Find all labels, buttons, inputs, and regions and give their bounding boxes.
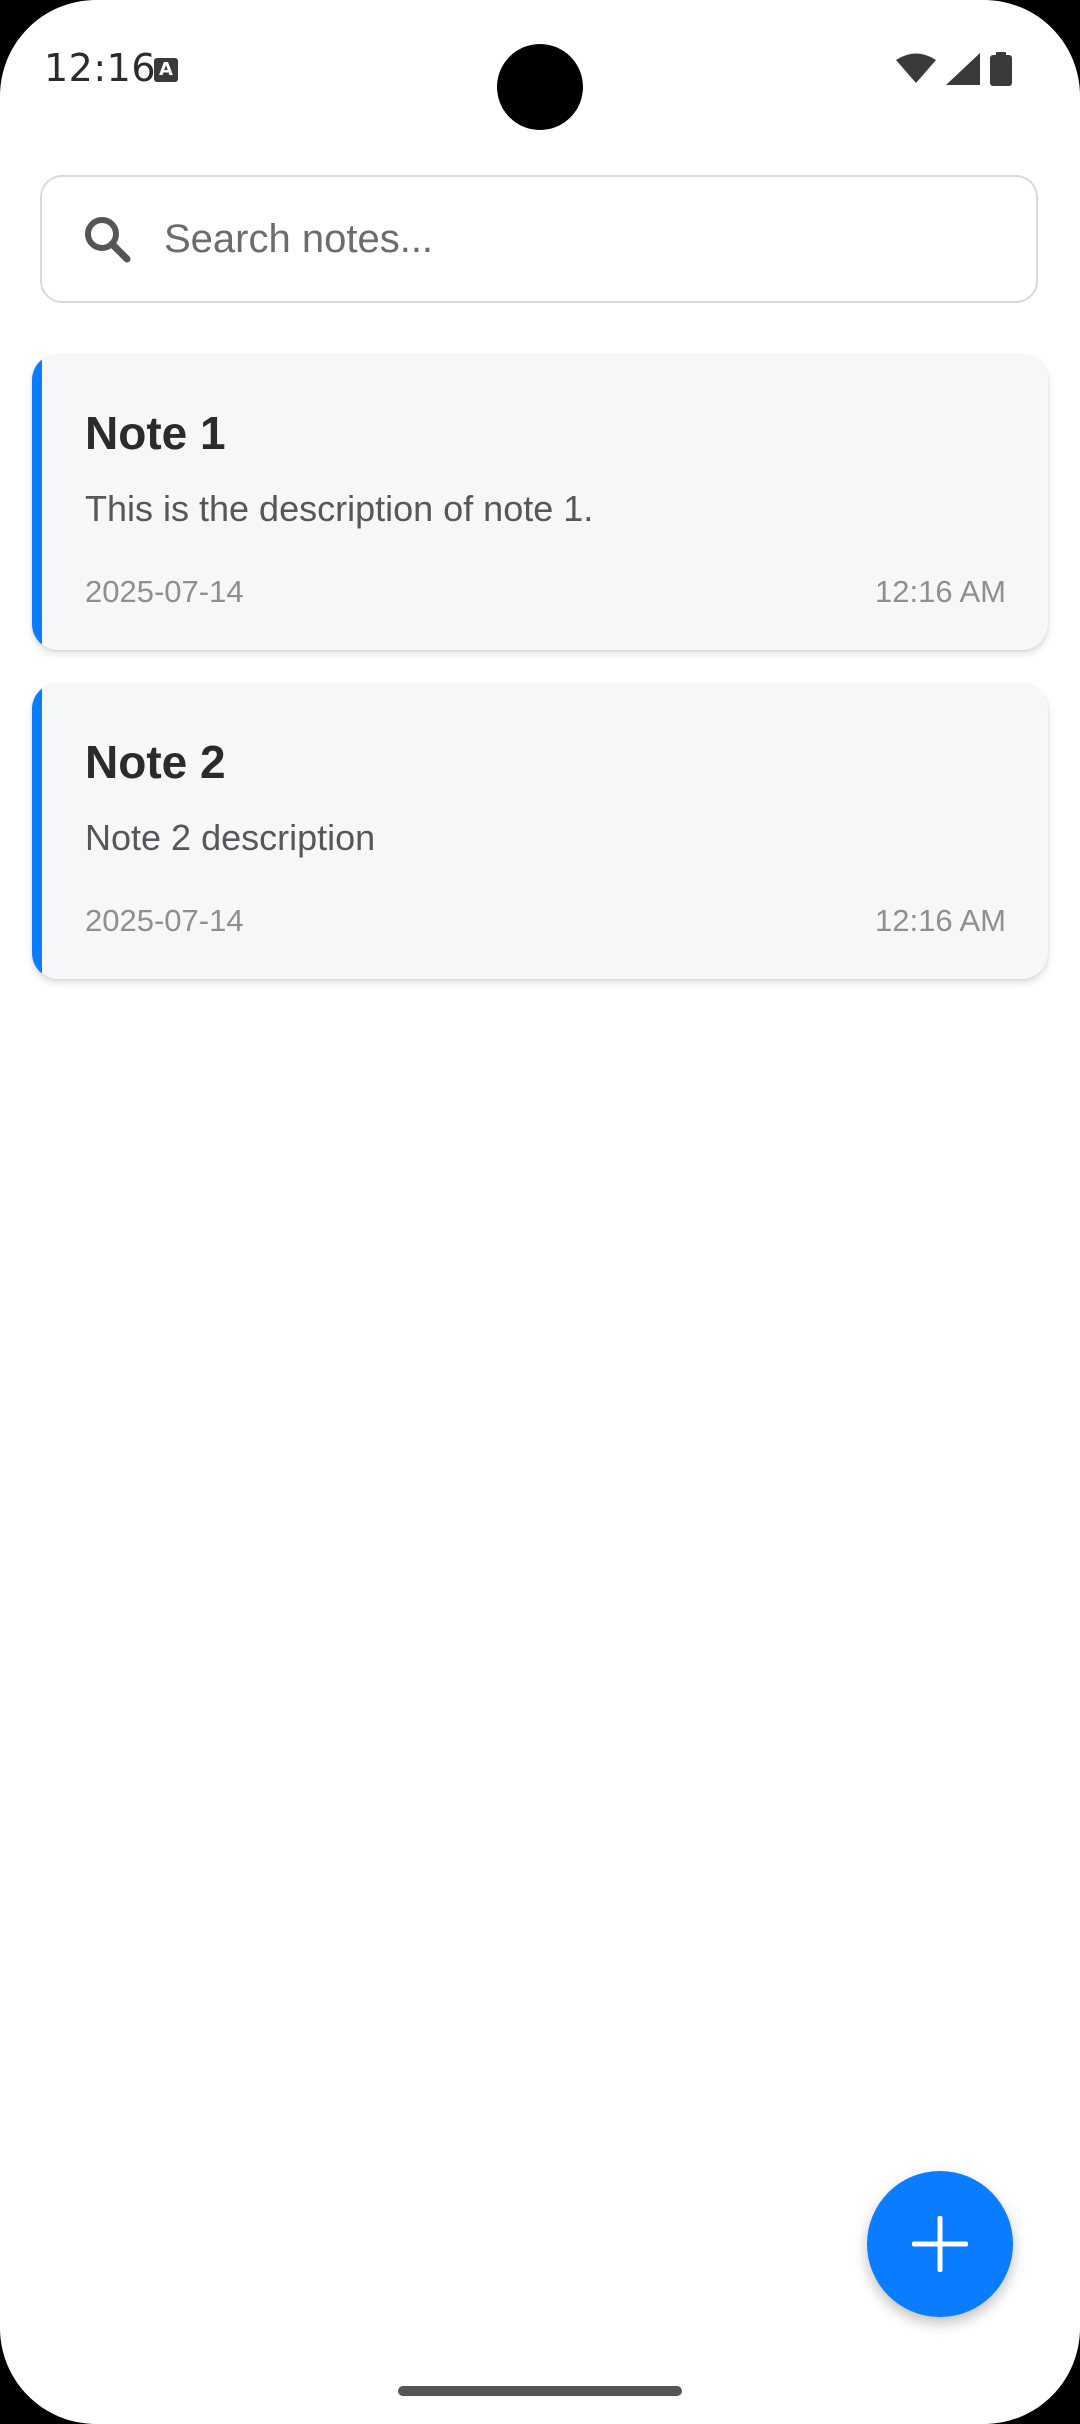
note-description: This is the description of note 1. (85, 488, 594, 529)
add-note-button[interactable] (867, 2171, 1013, 2317)
note-title: Note 1 (85, 407, 226, 459)
search-bar[interactable] (40, 175, 1038, 303)
status-icons (896, 52, 1012, 86)
note-description: Note 2 description (85, 817, 376, 858)
search-icon (85, 217, 131, 263)
status-time: 12:16 (44, 46, 157, 90)
note-date: 2025-07-14 (85, 574, 244, 609)
signal-icon (946, 53, 980, 85)
home-indicator[interactable] (398, 2386, 682, 2396)
note-date: 2025-07-14 (85, 903, 244, 938)
note-card[interactable]: Note 2 Note 2 description 2025-07-14 12:… (32, 683, 1048, 979)
note-title: Note 2 (85, 736, 226, 788)
status-bar: 12:16 A (0, 0, 1080, 140)
note-time: 12:16 AM (875, 574, 1006, 609)
wifi-icon (896, 53, 936, 85)
notification-a-icon: A (154, 58, 178, 82)
note-time: 12:16 AM (875, 903, 1006, 938)
notes-screen: 12:16 A Search notes... Note 1 This is t… (0, 0, 1080, 2424)
search-input[interactable] (162, 215, 986, 263)
note-card[interactable]: Note 1 This is the description of note 1… (32, 354, 1048, 650)
battery-icon (990, 52, 1012, 86)
camera-cutout (497, 44, 583, 130)
plus-icon (912, 2216, 968, 2272)
